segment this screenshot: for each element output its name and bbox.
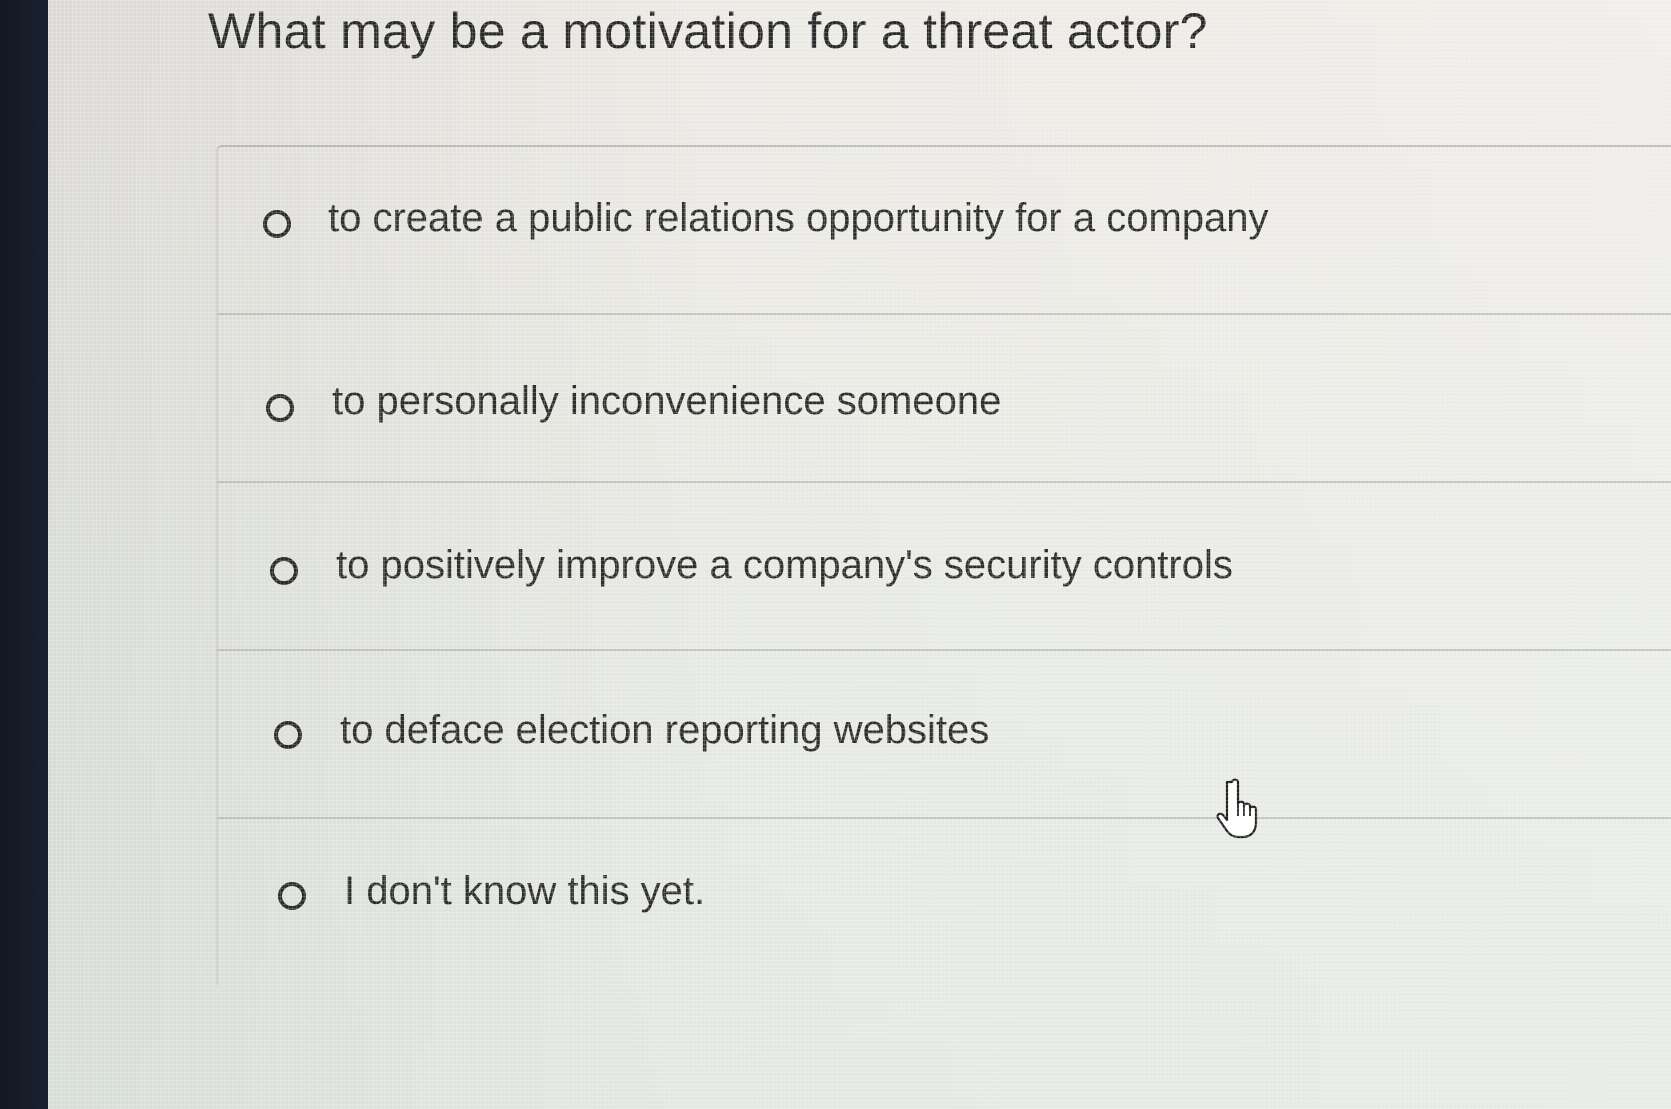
answer-option-label: I don't know this yet. [344, 869, 706, 913]
answer-option-4[interactable]: to deface election reporting websites [216, 649, 1671, 817]
answer-option-1[interactable]: to create a public relations opportunity… [216, 145, 1671, 313]
radio-unchecked-icon[interactable] [278, 882, 306, 910]
question-text: What may be a motivation for a threat ac… [208, 3, 1208, 59]
answer-option-3[interactable]: to positively improve a company's securi… [216, 481, 1671, 649]
answer-option-label: to positively improve a company's securi… [336, 543, 1233, 587]
radio-unchecked-icon[interactable] [266, 394, 294, 422]
radio-unchecked-icon[interactable] [274, 721, 302, 749]
answer-option-5[interactable]: I don't know this yet. [216, 817, 1671, 985]
answer-option-label: to personally inconvenience someone [332, 379, 1002, 423]
quiz-screen: What may be a motivation for a threat ac… [48, 0, 1671, 1109]
answer-options: to create a public relations opportunity… [216, 145, 1671, 985]
radio-unchecked-icon[interactable] [263, 210, 291, 238]
hand-pointer-icon [1216, 778, 1258, 839]
answer-option-label: to create a public relations opportunity… [328, 196, 1269, 240]
answer-option-label: to deface election reporting websites [340, 708, 990, 752]
radio-unchecked-icon[interactable] [270, 557, 298, 585]
answer-option-2[interactable]: to personally inconvenience someone [216, 313, 1671, 481]
